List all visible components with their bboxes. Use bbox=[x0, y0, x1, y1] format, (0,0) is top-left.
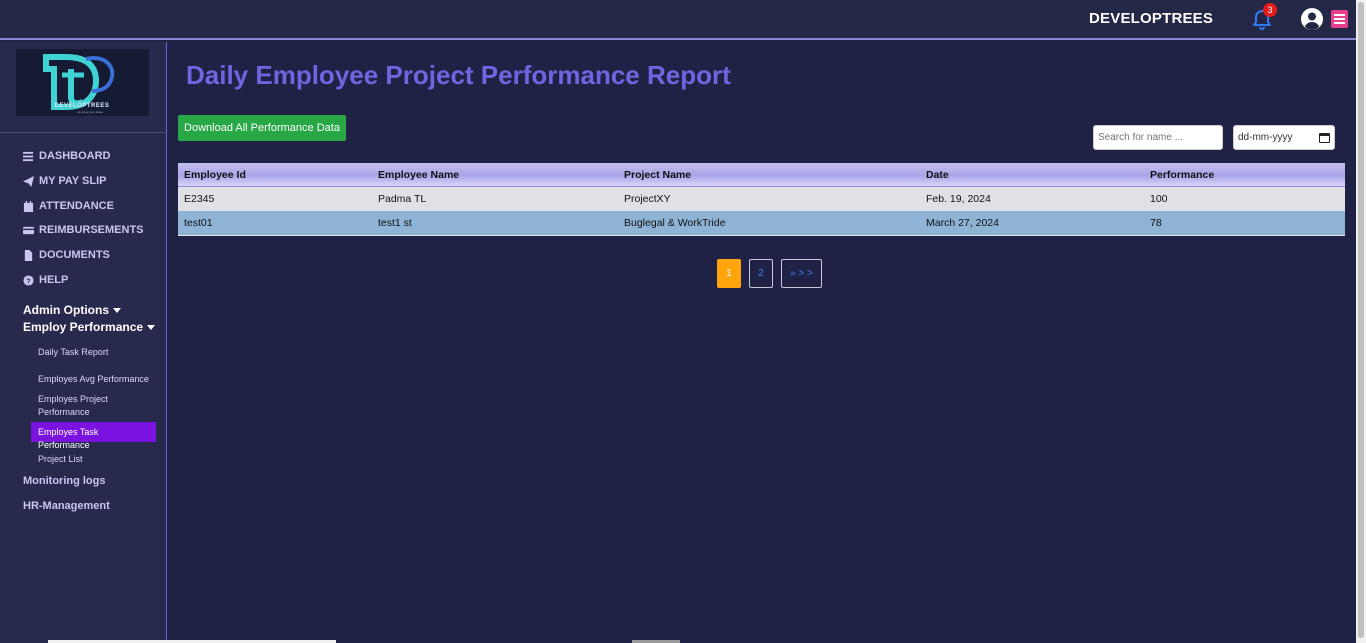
sidebar-divider bbox=[0, 132, 166, 133]
sidebar: DEVELOPTREES we grow your ideas DASHBOAR… bbox=[0, 42, 167, 643]
svg-text:?: ? bbox=[26, 276, 31, 285]
sidebar-item-my-pay-slip[interactable]: MY PAY SLIP bbox=[23, 173, 106, 189]
employ-performance-label: Employ Performance bbox=[23, 320, 144, 334]
sidebar-item-dashboard[interactable]: DASHBOARD bbox=[23, 148, 111, 164]
next-page-button[interactable]: » > > bbox=[781, 259, 822, 288]
sidebar-item-attendance[interactable]: ATTENDANCE bbox=[23, 198, 114, 214]
performance-table: Employee Id Employee Name Project Name D… bbox=[178, 163, 1345, 236]
caret-down-icon bbox=[147, 324, 156, 330]
user-circle-icon[interactable] bbox=[1300, 7, 1324, 31]
table-bottom-border bbox=[178, 235, 1345, 236]
sidebar-item-label: MY PAY SLIP bbox=[39, 175, 107, 187]
admin-options-label: Admin Options bbox=[23, 303, 109, 317]
sidebar-item-monitoring-logs[interactable]: Monitoring logs bbox=[23, 475, 105, 487]
table-cell: 100 bbox=[1150, 193, 1168, 205]
employ-performance-toggle[interactable]: Employ Performance bbox=[23, 320, 156, 334]
column-header[interactable]: Employee Name bbox=[378, 163, 459, 187]
table-cell: 78 bbox=[1150, 217, 1162, 229]
sidebar-item-label: HELP bbox=[39, 274, 69, 286]
sidebar-sub-employes-project-performance[interactable]: Employes Project Performance bbox=[38, 393, 128, 419]
svg-text:we grow your ideas: we grow your ideas bbox=[77, 110, 103, 114]
sidebar-sub-project-list[interactable]: Project List bbox=[38, 453, 83, 466]
table-row[interactable]: E2345 Padma TL ProjectXY Feb. 19, 2024 1… bbox=[178, 187, 1345, 211]
table-cell: test01 bbox=[184, 217, 213, 229]
bars-icon bbox=[23, 151, 34, 161]
brand-name[interactable]: DEVELOPTREES bbox=[1089, 10, 1213, 27]
scrollbar-thumb[interactable] bbox=[1358, 2, 1364, 638]
logo-icon: DEVELOPTREES we grow your ideas bbox=[43, 54, 115, 114]
column-header[interactable]: Project Name bbox=[624, 163, 691, 187]
paper-plane-icon bbox=[23, 175, 34, 187]
top-navbar: DEVELOPTREES 3 bbox=[0, 0, 1356, 40]
sidebar-item-label: REIMBURSEMENTS bbox=[39, 224, 144, 236]
company-logo[interactable]: DEVELOPTREES we grow your ideas bbox=[16, 49, 149, 116]
column-header[interactable]: Performance bbox=[1150, 163, 1214, 187]
download-all-button[interactable]: Download All Performance Data bbox=[178, 115, 346, 141]
vertical-scrollbar[interactable] bbox=[1356, 0, 1366, 643]
table-cell: E2345 bbox=[184, 193, 215, 205]
sidebar-item-help[interactable]: ? HELP bbox=[23, 272, 68, 288]
table-cell: Padma TL bbox=[378, 193, 427, 205]
column-header[interactable]: Date bbox=[926, 163, 949, 187]
page-button-1[interactable]: 1 bbox=[717, 259, 741, 288]
sidebar-sub-employes-avg-performance[interactable]: Employes Avg Performance bbox=[38, 373, 149, 386]
sidebar-item-hr-management[interactable]: HR-Management bbox=[23, 500, 110, 512]
question-circle-icon: ? bbox=[23, 274, 34, 286]
table-cell: Feb. 19, 2024 bbox=[926, 193, 991, 205]
notification-badge: 3 bbox=[1263, 3, 1277, 17]
table-header-row: Employee Id Employee Name Project Name D… bbox=[178, 163, 1345, 187]
table-cell: Buglegal & WorkTride bbox=[624, 217, 726, 229]
sidebar-item-label: ATTENDANCE bbox=[39, 200, 114, 212]
search-input[interactable] bbox=[1093, 125, 1223, 150]
date-placeholder: dd-mm-yyyy bbox=[1238, 132, 1293, 143]
table-cell: test1 st bbox=[378, 217, 412, 229]
caret-down-icon bbox=[113, 307, 121, 313]
table-row[interactable]: test01 test1 st Buglegal & WorkTride Mar… bbox=[178, 211, 1345, 235]
table-cell: March 27, 2024 bbox=[926, 217, 999, 229]
calendar-icon bbox=[23, 200, 34, 212]
sidebar-item-reimbursements[interactable]: REIMBURSEMENTS bbox=[23, 222, 144, 238]
sidebar-item-label: DOCUMENTS bbox=[39, 249, 110, 261]
admin-options-toggle[interactable]: Admin Options bbox=[23, 303, 121, 317]
svg-text:DEVELOPTREES: DEVELOPTREES bbox=[55, 103, 110, 109]
sidebar-sub-employes-task-performance[interactable]: Employes Task Performance bbox=[31, 422, 156, 450]
page-title: Daily Employee Project Performance Repor… bbox=[186, 60, 731, 90]
credit-card-icon bbox=[23, 226, 34, 234]
sidebar-sub-daily-task-report[interactable]: Daily Task Report bbox=[38, 346, 108, 359]
date-filter-input[interactable]: dd-mm-yyyy bbox=[1233, 125, 1335, 150]
file-icon bbox=[24, 249, 33, 261]
column-header[interactable]: Employee Id bbox=[184, 163, 246, 187]
hamburger-icon[interactable] bbox=[1331, 10, 1348, 28]
table-cell: ProjectXY bbox=[624, 193, 671, 205]
sidebar-item-label: DASHBOARD bbox=[39, 150, 111, 162]
page-button-2[interactable]: 2 bbox=[749, 259, 773, 288]
sidebar-item-documents[interactable]: DOCUMENTS bbox=[23, 247, 110, 263]
calendar-icon[interactable] bbox=[1319, 132, 1330, 143]
